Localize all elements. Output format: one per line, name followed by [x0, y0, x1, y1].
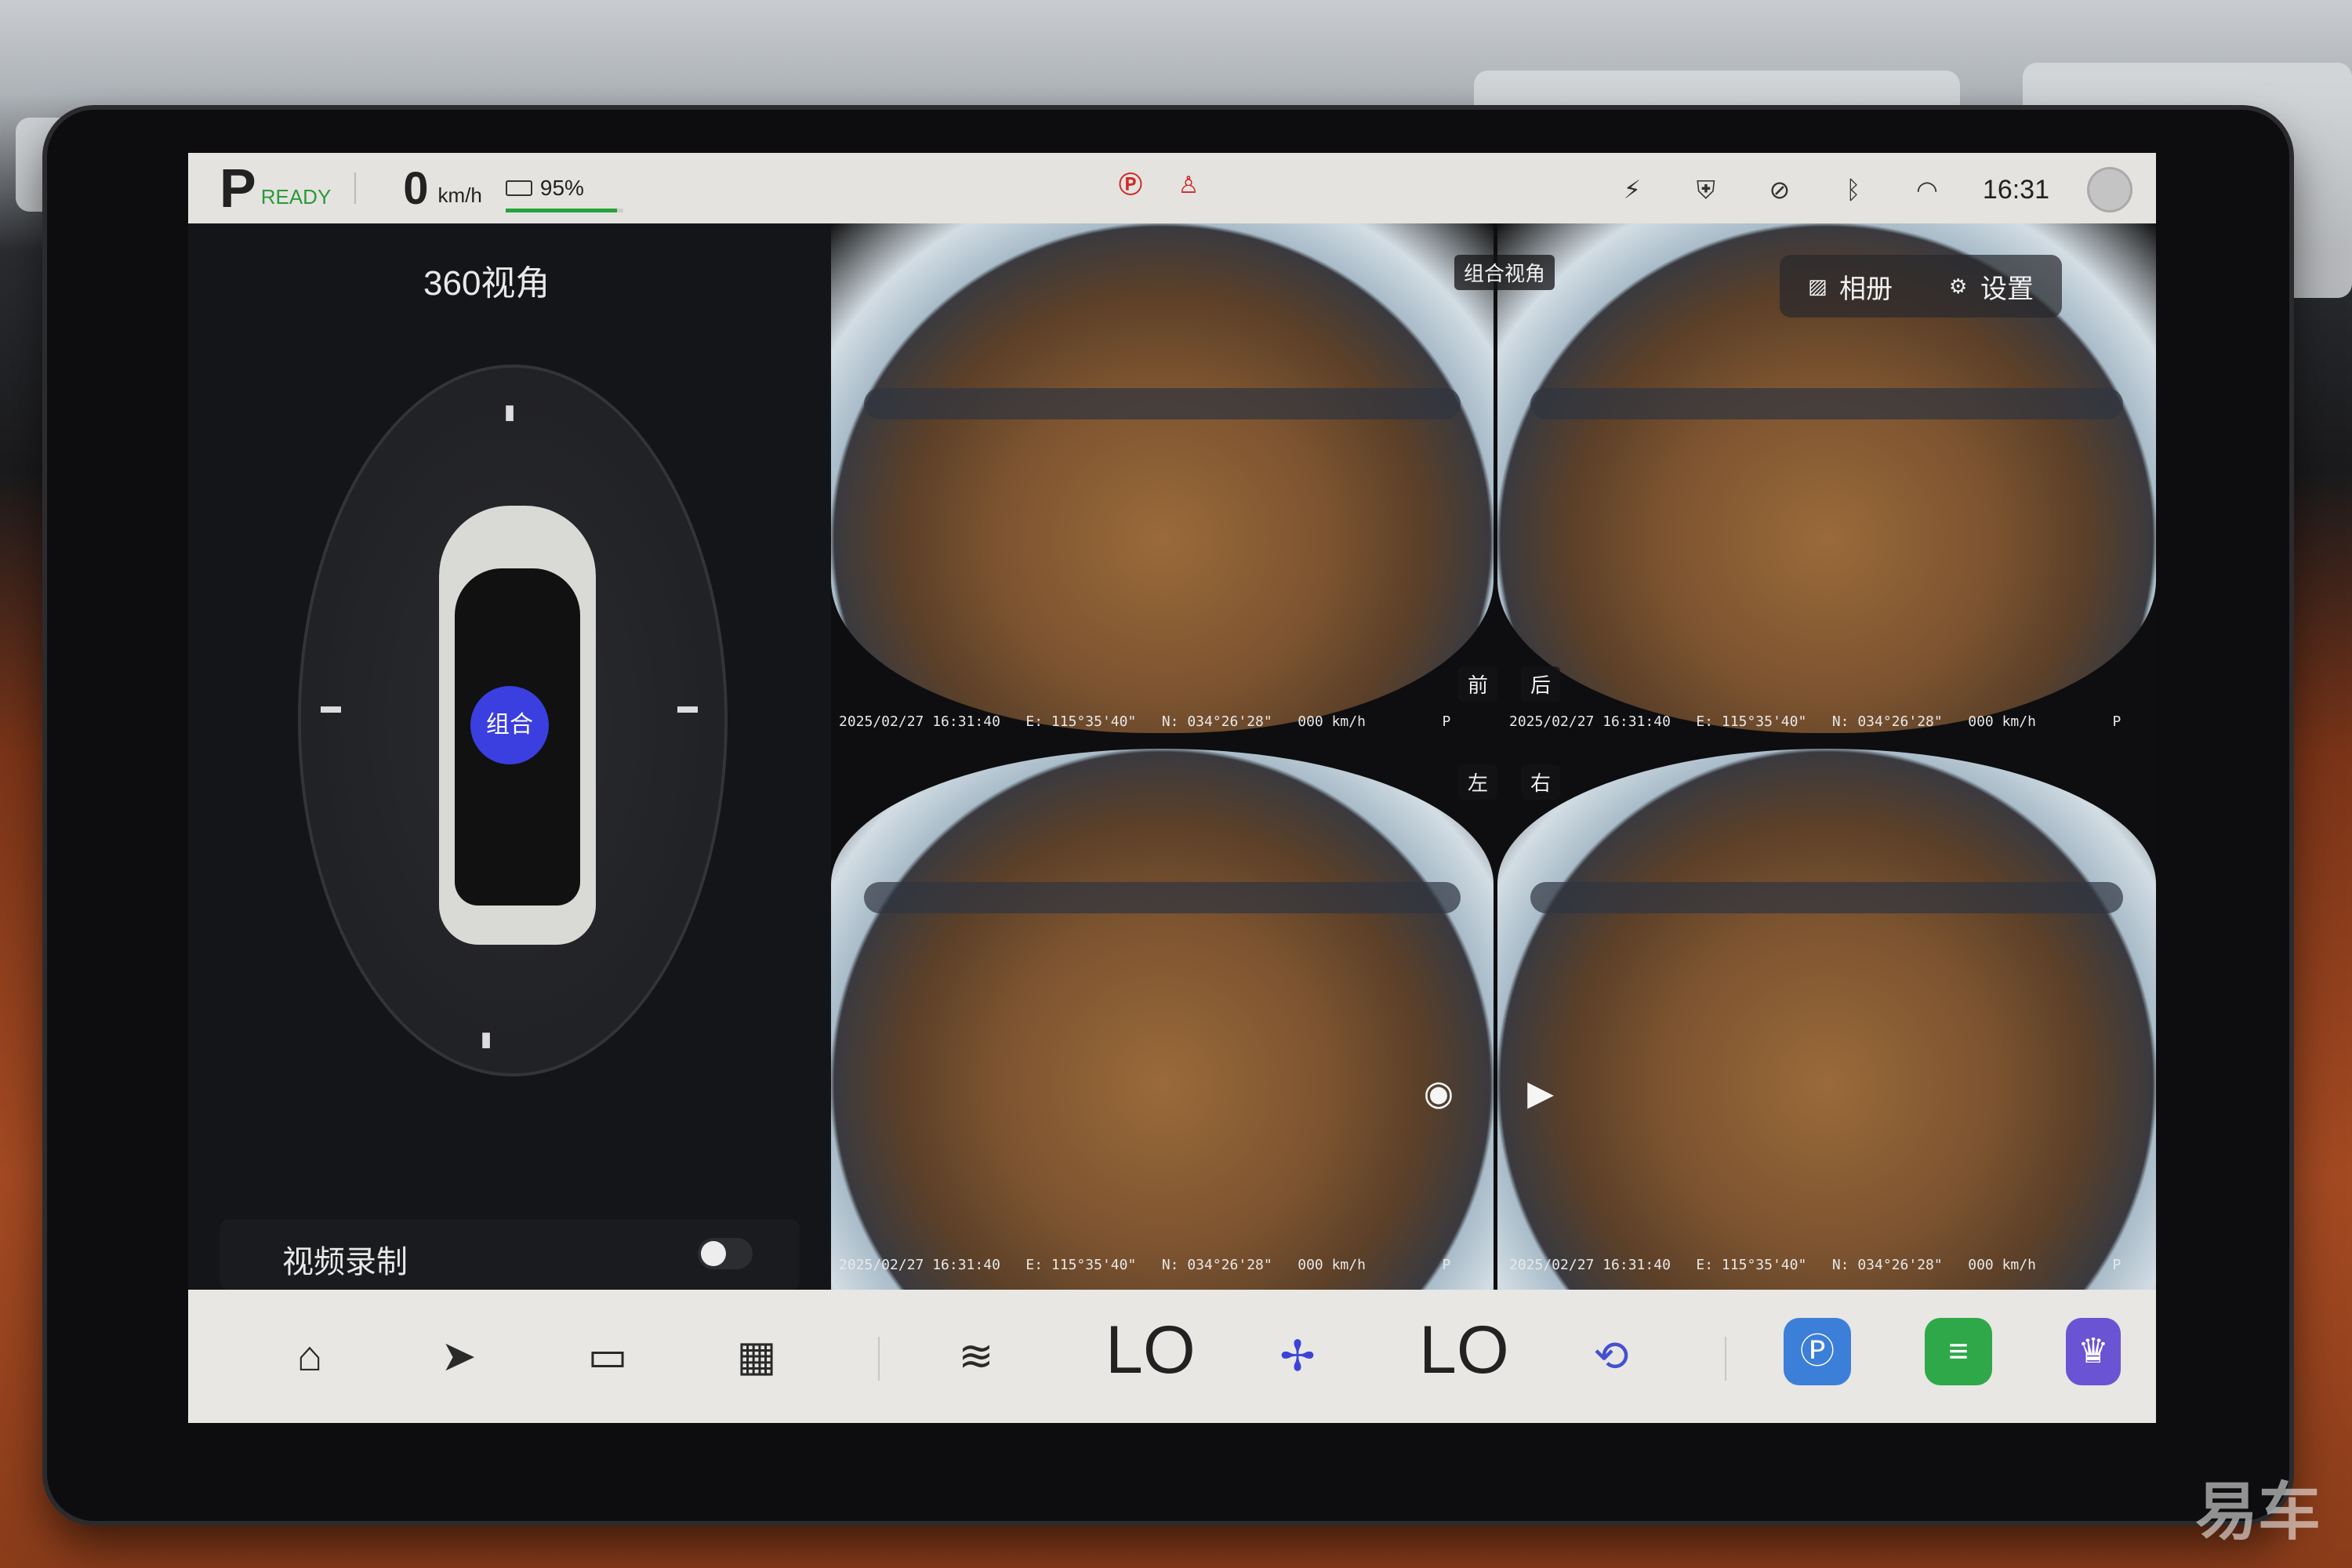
image-icon: ▨ — [1808, 274, 1828, 298]
osd-longitude: E: 115°35'40" — [1025, 713, 1137, 730]
camera-off-icon[interactable]: ⊘ — [1762, 172, 1798, 208]
avatar[interactable] — [2087, 167, 2132, 212]
album-button[interactable]: ▨ 相册 — [1808, 267, 1893, 306]
divider — [354, 172, 357, 204]
battery-level-fill — [505, 209, 618, 212]
camera-grid: 组合视角 ▨ 相册 ⚙ 设置 前 后 左 右 2025/02/27 16:31:… — [831, 223, 2156, 1290]
osd-latitude: N: 034°26'28" — [1831, 713, 1943, 730]
rear-feed-label: 后 — [1521, 666, 1561, 702]
infotainment-screen: P READY 0 km/h 95% Ⓟ ♙ ⚡ ⛨ ⊘ ᛒ ◠ 16:31 3… — [188, 153, 2156, 1423]
divider — [878, 1337, 880, 1381]
osd-latitude: N: 034°26'28" — [1161, 713, 1272, 730]
right-temperature[interactable]: LO — [1419, 1312, 1509, 1389]
right-feed-osd: 2025/02/27 16:31:40 E: 115°35'40" N: 034… — [1509, 1257, 2121, 1273]
osd-speed: 000 km/h — [1298, 1257, 1366, 1273]
left-feed-osd: 2025/02/27 16:31:40 E: 115°35'40" N: 034… — [839, 1257, 1450, 1273]
osd-timestamp: 2025/02/27 16:31:40 — [1509, 1257, 1671, 1273]
left-camera-feed[interactable] — [831, 749, 1494, 1290]
osd-timestamp: 2025/02/27 16:31:40 — [839, 1257, 1000, 1273]
home-icon[interactable]: ⌂ — [274, 1321, 345, 1392]
video-record-toggle[interactable] — [698, 1238, 753, 1269]
rear-camera-button[interactable]: ▮ — [473, 1027, 499, 1051]
horizon — [864, 388, 1461, 419]
front-camera-feed[interactable] — [831, 223, 1494, 733]
warning-icons: Ⓟ ♙ — [1113, 169, 1206, 203]
front-feed-label: 前 — [1458, 666, 1498, 702]
air-recirculation-icon[interactable]: ⟲ — [1576, 1321, 1646, 1392]
status-bar: P READY 0 km/h 95% Ⓟ ♙ ⚡ ⛨ ⊘ ᛒ ◠ 16:31 — [188, 153, 2156, 223]
osd-gear: P — [2112, 713, 2122, 730]
horizon — [864, 882, 1461, 913]
left-feed-label: 左 — [1458, 764, 1498, 800]
osd-longitude: E: 115°35'40" — [1696, 1257, 1807, 1273]
right-camera-button[interactable]: ▬ — [674, 694, 701, 717]
battery-level-bar — [505, 209, 623, 212]
osd-latitude: N: 034°26'28" — [1831, 1257, 1943, 1273]
album-label: 相册 — [1839, 274, 1893, 304]
seatbelt-warning-icon: ♙ — [1178, 172, 1200, 198]
video-record-row: 视频录制 — [220, 1219, 800, 1290]
video-record-label: 视频录制 — [282, 1245, 408, 1279]
osd-timestamp: 2025/02/27 16:31:40 — [839, 713, 1000, 730]
parking-brake-icon: Ⓟ — [1119, 172, 1142, 198]
settings-label: 设置 — [1980, 274, 2034, 304]
gear-icon: ⚙ — [1949, 274, 1968, 298]
charging-icon[interactable]: ⚡ — [1614, 172, 1650, 208]
front-feed-osd: 2025/02/27 16:31:40 E: 115°35'40" N: 034… — [839, 713, 1450, 730]
layers-app-icon[interactable]: ≡ — [1925, 1318, 1992, 1385]
speed-value: 0 — [403, 162, 429, 214]
speed-unit: km/h — [437, 183, 482, 207]
settings-button[interactable]: ⚙ 设置 — [1949, 267, 2034, 306]
view-mode-label: 组合视角 — [1454, 255, 1555, 290]
shield-icon[interactable]: ⛨ — [1688, 172, 1724, 208]
camera-top-actions: ▨ 相册 ⚙ 设置 — [1780, 255, 2062, 318]
apps-grid-icon[interactable]: ▦ — [721, 1321, 792, 1392]
right-feed-label: 右 — [1521, 764, 1561, 800]
gear-indicator: P — [220, 158, 256, 219]
battery-percent: 95% — [539, 176, 584, 200]
osd-timestamp: 2025/02/27 16:31:40 — [1509, 713, 1671, 730]
navigation-icon[interactable]: ➤ — [423, 1321, 494, 1392]
osd-gear: P — [2112, 1257, 2122, 1273]
osd-longitude: E: 115°35'40" — [1025, 1257, 1137, 1273]
rear-feed-osd: 2025/02/27 16:31:40 E: 115°35'40" N: 034… — [1509, 713, 2121, 730]
battery-icon — [505, 180, 532, 196]
right-camera-feed[interactable] — [1497, 749, 2156, 1290]
osd-speed: 000 km/h — [1968, 1257, 2036, 1273]
horizon — [1530, 388, 2123, 419]
horizon — [1530, 882, 2123, 913]
system-status: ⚡ ⛨ ⊘ ᛒ ◠ 16:31 — [1614, 167, 2132, 212]
page-title: 360视角 — [423, 264, 550, 303]
front-camera-button[interactable]: ▮ — [496, 400, 523, 423]
crown-app-icon[interactable]: ♛ — [2066, 1318, 2121, 1385]
vehicle-icon[interactable]: ▭ — [572, 1321, 643, 1392]
osd-speed: 000 km/h — [1968, 713, 2036, 730]
bottom-dock: ⌂ ➤ ▭ ▦ ≋ LO ✢ LO ⟲ Ⓟ ≡ ♛ — [188, 1290, 2156, 1423]
view-selector-panel: 360视角 组合 ▮ ▮ ▬ ▬ 视频录制 — [188, 223, 831, 1290]
wifi-icon[interactable]: ◠ — [1909, 172, 1945, 208]
battery-status: 95% — [505, 176, 623, 212]
osd-speed: 000 km/h — [1298, 713, 1366, 730]
divider — [1725, 1337, 1726, 1381]
parking-app-icon[interactable]: Ⓟ — [1784, 1318, 1851, 1385]
fan-icon[interactable]: ✢ — [1262, 1321, 1333, 1392]
snapshot-button[interactable]: ◉ — [1407, 1070, 1470, 1117]
clock: 16:31 — [1982, 174, 2049, 205]
ready-indicator: READY — [260, 184, 332, 209]
left-camera-button[interactable]: ▬ — [318, 694, 344, 717]
osd-longitude: E: 115°35'40" — [1696, 713, 1807, 730]
left-temperature[interactable]: LO — [1105, 1312, 1196, 1389]
osd-gear: P — [1442, 1257, 1451, 1273]
record-video-button[interactable]: ▶ — [1509, 1070, 1572, 1117]
toggle-knob — [701, 1241, 726, 1266]
osd-gear: P — [1442, 713, 1451, 730]
combined-view-button[interactable]: 组合 — [470, 686, 549, 764]
rear-defrost-icon[interactable]: ≋ — [941, 1321, 1011, 1392]
osd-latitude: N: 034°26'28" — [1161, 1257, 1272, 1273]
bluetooth-icon[interactable]: ᛒ — [1835, 172, 1871, 208]
watermark-logo: 易车 — [2195, 1477, 2321, 1547]
